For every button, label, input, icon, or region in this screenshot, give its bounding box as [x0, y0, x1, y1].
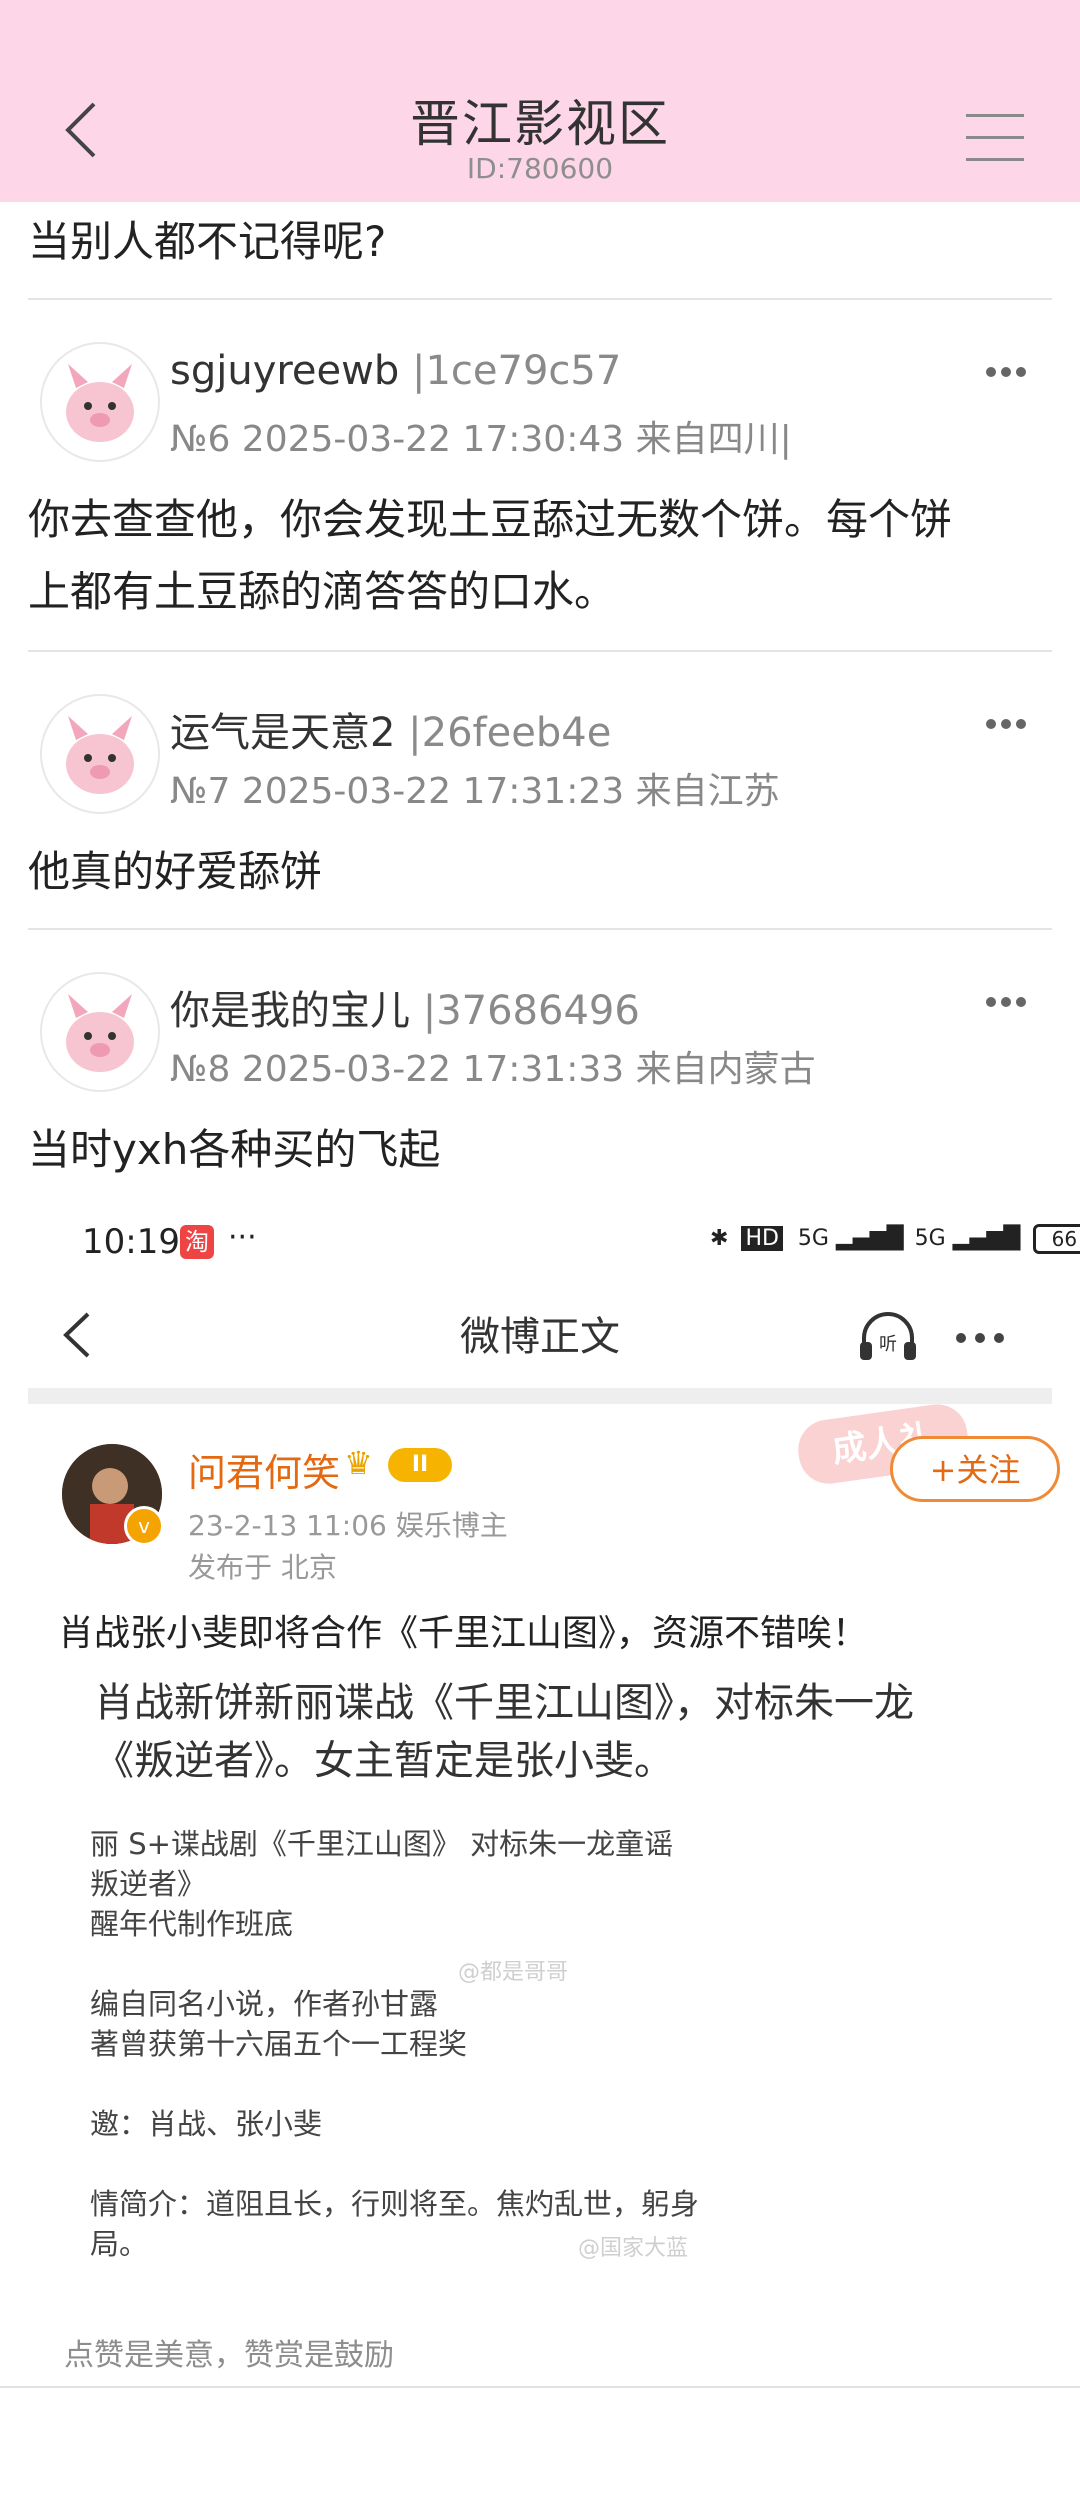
watermark: @都是哥哥 — [458, 1960, 569, 1985]
image-text-line: 情简介：道阻且长，行则将至。焦灼乱世，躬身 — [90, 2187, 700, 2221]
hd-icon: HD — [741, 1226, 783, 1251]
signal-label: 5G — [797, 1226, 829, 1251]
weibo-nav-bar: 微博正文 听 — [0, 1290, 1080, 1380]
pig-avatar-icon — [66, 994, 134, 1072]
battery-icon: 66 — [1033, 1224, 1080, 1254]
image-headline: 肖战新饼新丽谍战《千里江山图》，对标朱一龙 《叛逆者》。女主暂定是张小斐。 — [94, 1674, 994, 1790]
divider — [28, 928, 1052, 930]
more-options-icon[interactable] — [986, 362, 1034, 382]
weibo-post-card: v 问君何笑 ♛ II 23-2-13 11:06 娱乐博主 发布于 北京 成人… — [28, 1400, 1060, 2386]
divider — [28, 298, 1052, 300]
post-meta: №7 2025-03-22 17:31:23 来自江苏 — [170, 771, 780, 812]
user-hash: |37686496 — [422, 988, 640, 1034]
more-options-icon[interactable] — [986, 714, 1034, 734]
follow-button[interactable]: +关注 — [890, 1436, 1060, 1502]
user-hash: |26feeb4e — [408, 710, 612, 756]
menu-icon[interactable] — [966, 114, 1024, 164]
image-headline-line: 肖战新饼新丽谍战《千里江山图》，对标朱一龙 — [94, 1680, 914, 1726]
pig-avatar-icon — [66, 716, 134, 794]
post-author[interactable]: sgjuyreewb |1ce79c57 — [170, 348, 621, 394]
username[interactable]: 运气是天意2 — [170, 710, 395, 756]
weibo-post-meta: 23-2-13 11:06 娱乐博主 — [188, 1509, 508, 1542]
forum-id: ID:780600 — [466, 152, 614, 185]
verified-badge: v — [124, 1506, 164, 1546]
post-body-line: 你去查查他，你会发现土豆舔过无数个饼。每个饼 — [28, 495, 953, 544]
post-author[interactable]: 你是我的宝儿 |37686496 — [170, 978, 640, 1036]
post-meta: №6 2025-03-22 17:30:43 来自四川| — [170, 419, 792, 460]
image-text-line: 编自同名小说，作者孙甘露 — [90, 1987, 439, 2021]
post-body-partial: 当别人都不记得呢? — [28, 217, 387, 266]
headphones-icon[interactable]: 听 — [856, 1306, 920, 1366]
pig-avatar-icon — [66, 364, 134, 442]
more-options-icon[interactable] — [956, 1328, 1016, 1343]
avatar[interactable] — [40, 694, 160, 814]
page-title: 晋江影视区 — [410, 95, 670, 153]
image-text-line: 醒年代制作班底 — [90, 1907, 294, 1941]
embedded-status-bar: 10:19 淘 ··· ✱ HD 5G ▂▄▆█ 5G ▂▄▆█ 66 — [0, 1210, 1080, 1270]
app-header: 晋江影视区 ID:780600 — [0, 0, 1080, 202]
listen-label: 听 — [879, 1334, 897, 1355]
divider — [28, 650, 1052, 652]
user-hash: |1ce79c57 — [411, 348, 622, 394]
post-body: 当时yxh各种买的飞起 — [28, 1125, 441, 1174]
post-body-line: 上都有土豆舔的滴答答的口水。 — [28, 567, 617, 616]
image-text-line: 局。 — [90, 2227, 149, 2261]
status-time: 10:19 — [82, 1222, 180, 1262]
signal-bars-icon: ▂▄▆█ — [952, 1226, 1021, 1251]
section-separator — [28, 1388, 1052, 1404]
weibo-author-name[interactable]: 问君何笑 — [188, 1442, 340, 1497]
image-text-line: 丽 S+谍战剧《千里江山图》 对标朱一龙童谣 — [90, 1827, 674, 1861]
level-badge: II — [388, 1448, 452, 1482]
more-options-icon[interactable] — [986, 992, 1034, 1012]
image-text-line: 叛逆者》 — [90, 1867, 207, 1901]
weibo-post-location: 发布于 北京 — [188, 1551, 337, 1584]
image-text-line: 邀：肖战、张小斐 — [90, 2107, 323, 2141]
image-headline-line: 《叛逆者》。女主暂定是张小斐。 — [94, 1738, 674, 1784]
crown-icon: ♛ — [344, 1444, 373, 1482]
post-author[interactable]: 运气是天意2 |26feeb4e — [170, 700, 611, 758]
post-meta: №8 2025-03-22 17:31:33 来自内蒙古 — [170, 1049, 816, 1090]
more-notifications-icon: ··· — [228, 1220, 257, 1255]
image-text-line: 著曾获第十六届五个一工程奖 — [90, 2027, 468, 2061]
signal-label: 5G — [914, 1226, 946, 1251]
username[interactable]: 你是我的宝儿 — [170, 988, 410, 1034]
weibo-post-text: 肖战张小斐即将合作《千里江山图》，资源不错唉！ — [58, 1613, 869, 1654]
username[interactable]: sgjuyreewb — [170, 348, 399, 394]
post-body: 他真的好爱舔饼 — [28, 847, 323, 896]
taobao-icon: 淘 — [180, 1225, 214, 1259]
reward-hint: 点赞是美意，赞赏是鼓励 — [64, 2338, 394, 2373]
signal-bars-icon: ▂▄▆█ — [835, 1226, 904, 1251]
avatar[interactable] — [40, 972, 160, 1092]
post-body: 你去查查他，你会发现土豆舔过无数个饼。每个饼 上都有土豆舔的滴答答的口水。 — [28, 484, 1028, 628]
status-indicators: ✱ HD 5G ▂▄▆█ 5G ▂▄▆█ 66 — [710, 1224, 1080, 1254]
avatar[interactable] — [40, 342, 160, 462]
watermark: @国家大蓝 — [578, 2236, 689, 2261]
bluetooth-icon: ✱ — [710, 1226, 729, 1251]
divider — [0, 2386, 1080, 2388]
